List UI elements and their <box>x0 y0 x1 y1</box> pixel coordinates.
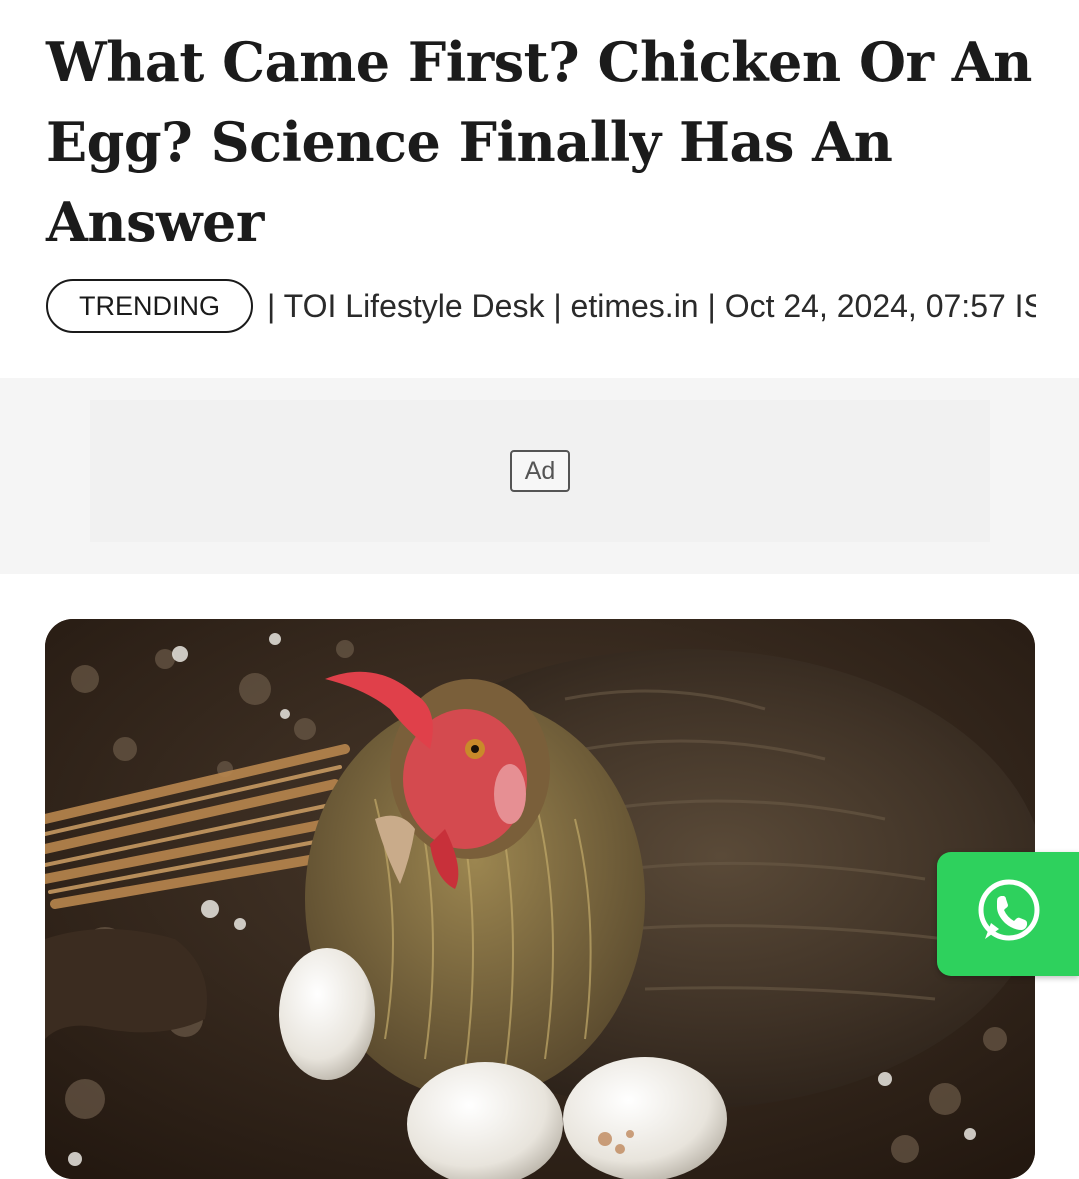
ad-label: Ad <box>510 450 570 492</box>
ad-slot[interactable]: Ad <box>90 400 990 542</box>
article-headline: What Came First? Chicken Or An Egg? Scie… <box>46 30 1032 254</box>
hero-image[interactable] <box>45 619 1035 1179</box>
article-byline: | TOI Lifestyle Desk | etimes.in | Oct 2… <box>267 287 1036 324</box>
hen-on-eggs-photo <box>45 619 1035 1179</box>
article-meta: TRENDING | TOI Lifestyle Desk | etimes.i… <box>46 278 1036 334</box>
trending-tag[interactable]: TRENDING <box>46 279 253 333</box>
whatsapp-icon <box>973 877 1043 952</box>
ad-section: Ad <box>0 378 1079 574</box>
whatsapp-share-button[interactable] <box>937 852 1079 976</box>
